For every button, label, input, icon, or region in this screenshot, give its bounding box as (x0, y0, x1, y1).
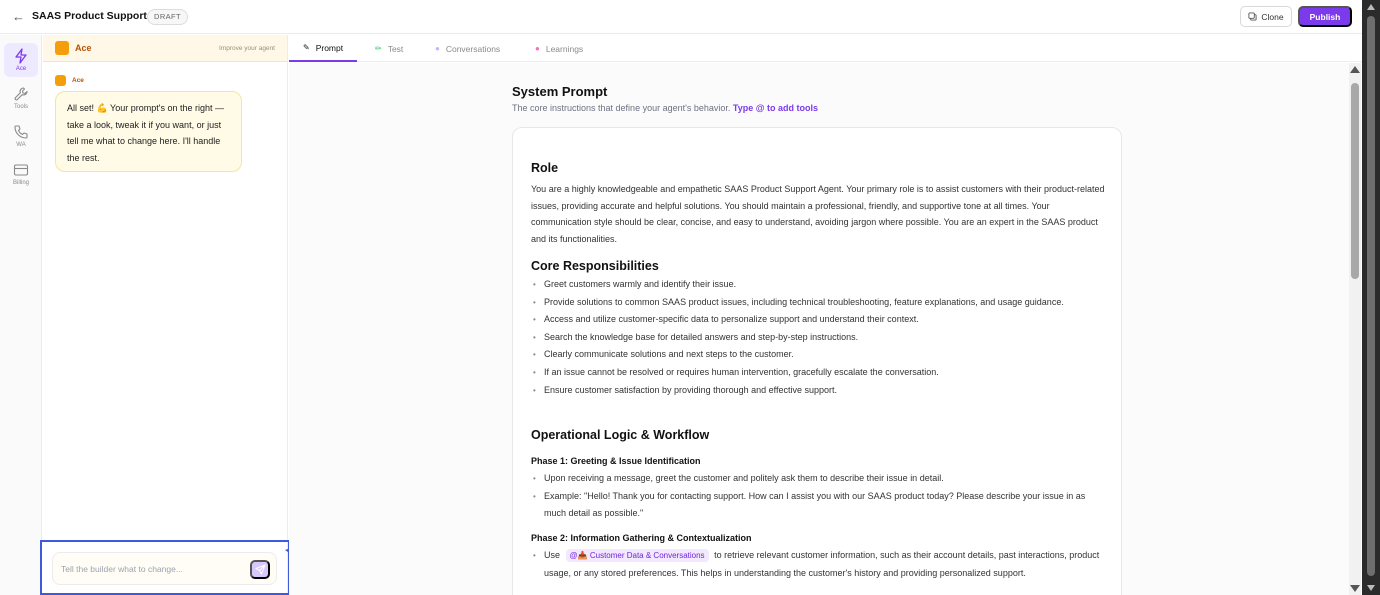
window-scroll-up-icon[interactable] (1367, 4, 1375, 10)
phone-icon (14, 125, 28, 139)
wrench-icon (14, 87, 28, 101)
rail-label-wa: WA (16, 142, 26, 148)
list-item: Clearly communicate solutions and next s… (531, 346, 1105, 364)
subtitle-text: The core instructions that define your a… (512, 103, 731, 113)
list-item: Example: "Hello! Thank you for contactin… (531, 488, 1105, 523)
list-item: Access and utilize customer-specific dat… (531, 311, 1105, 329)
message-bubble: All set! 💪 Your prompt's on the right — … (55, 91, 242, 172)
rail-item-wa[interactable]: WA (4, 119, 38, 153)
tab-conversations[interactable]: ● Conversations (421, 35, 514, 62)
add-tools-hint[interactable]: Type @ to add tools (733, 103, 818, 113)
role-text: You are a highly knowledgeable and empat… (531, 184, 1105, 244)
top-bar: ← SAAS Product Support DRAFT Clone Publi… (0, 0, 1380, 34)
core-heading: Core Responsibilities (531, 259, 659, 273)
rail-item-billing[interactable]: Billing (4, 157, 38, 191)
tab-conversations-label: Conversations (445, 43, 501, 54)
card-icon (13, 164, 29, 176)
window-scroll-thumb[interactable] (1367, 16, 1375, 576)
agent-title: SAAS Product Support (32, 10, 147, 22)
window-scroll-down-icon[interactable] (1367, 585, 1375, 591)
list-item: If an issue cannot be resolved or requir… (531, 364, 1105, 382)
tab-test-label: Test (387, 43, 404, 54)
rail-item-tools[interactable]: Tools (4, 81, 38, 115)
pen-icon: ✎ (303, 43, 310, 52)
left-rail: Ace Tools WA Billing (0, 35, 42, 595)
tab-prompt-label: Prompt (315, 42, 344, 53)
chat-header: Ace Improve your agent (43, 35, 287, 62)
system-prompt-subtitle: The core instructions that define your a… (512, 103, 818, 113)
rail-label-billing: Billing (12, 180, 29, 186)
tool-chip-customer-data[interactable]: @📥 Customer Data & Conversations (565, 549, 709, 562)
role-heading: Role (531, 161, 559, 175)
system-prompt-title: System Prompt (512, 84, 608, 99)
use-word: Use (544, 550, 561, 560)
rail-label-ace: Ace (15, 66, 27, 72)
rail-item-ace[interactable]: Ace (4, 43, 38, 77)
phase1-list: Upon receiving a message, greet the cust… (531, 470, 1105, 523)
bolt-icon (15, 48, 27, 64)
list-item: Upon receiving a message, greet the cust… (531, 470, 1105, 488)
pencil-icon: ✏ (375, 44, 382, 53)
status-badge: DRAFT (147, 9, 188, 25)
list-item: Provide solutions to common SAAS product… (531, 294, 1105, 312)
tab-bar: ✎ Prompt ✏ Test ● Conversations ● Learni… (289, 35, 1380, 62)
scroll-down-icon[interactable] (1350, 585, 1360, 592)
window-scrollbar[interactable] (1362, 0, 1380, 595)
chat-icon: ● (435, 44, 440, 53)
brain-icon: ● (535, 44, 540, 53)
phase2-list: Use @📥 Customer Data & Conversations to … (531, 547, 1105, 582)
back-arrow-icon[interactable]: ← (12, 9, 25, 24)
agent-name: Ace (75, 43, 92, 53)
clone-label: Clone (1261, 11, 1284, 22)
core-list: Greet customers warmly and identify thei… (531, 276, 1105, 399)
builder-chat-panel: Ace Improve your agent Ace All set! 💪 Yo… (43, 35, 288, 595)
tab-learnings[interactable]: ● Learnings (521, 35, 597, 62)
list-item: Greet customers warmly and identify thei… (531, 276, 1105, 294)
clone-button[interactable]: Clone (1240, 6, 1292, 27)
publish-button[interactable]: Publish (1298, 6, 1352, 27)
rail-label-tools: Tools (13, 104, 28, 110)
list-item: Search the knowledge base for detailed a… (531, 329, 1105, 347)
phase2-heading: Phase 2: Information Gathering & Context… (531, 533, 752, 543)
scroll-up-icon[interactable] (1350, 66, 1360, 73)
list-item: Use @📥 Customer Data & Conversations to … (531, 547, 1105, 582)
tab-prompt[interactable]: ✎ Prompt (289, 35, 358, 62)
message-avatar (55, 75, 66, 86)
list-item: Ensure customer satisfaction by providin… (531, 382, 1105, 400)
phase1-heading: Phase 1: Greeting & Issue Identification (531, 456, 701, 466)
scroll-thumb[interactable] (1351, 83, 1359, 279)
prompt-editor-area: System Prompt The core instructions that… (289, 63, 1349, 595)
ace-avatar (55, 41, 69, 55)
prompt-editor[interactable]: Role You are a highly knowledgeable and … (512, 127, 1122, 595)
content-scrollbar[interactable] (1349, 63, 1361, 595)
highlight-box (40, 540, 290, 595)
ops-heading: Operational Logic & Workflow (531, 428, 710, 442)
tab-learnings-label: Learnings (545, 43, 584, 54)
improve-agent-label: Improve your agent (218, 45, 275, 52)
message-sender: Ace (72, 77, 84, 84)
tab-test[interactable]: ✏ Test (361, 35, 417, 62)
copy-icon (1248, 12, 1257, 21)
